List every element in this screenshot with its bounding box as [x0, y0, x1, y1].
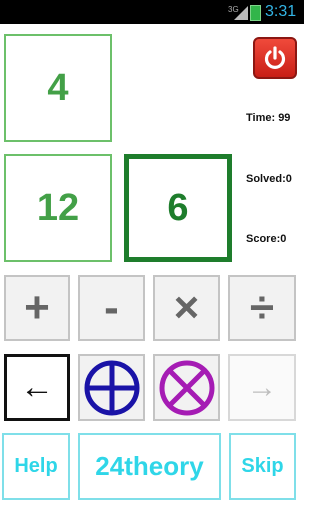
divide-icon: ÷	[249, 283, 275, 332]
minus-button[interactable]: -	[78, 275, 145, 341]
forward-arrow-icon: →	[247, 370, 277, 404]
multiply-button[interactable]: ×	[153, 275, 220, 341]
circle-plus-icon	[84, 360, 139, 415]
minus-icon: -	[104, 283, 119, 332]
score-label: Score:0	[246, 233, 287, 245]
number-card-middle-left[interactable]: 12	[4, 154, 112, 262]
card-value: 6	[167, 186, 189, 229]
solved-label: Solved:0	[246, 173, 292, 185]
title-button[interactable]: 24theory	[78, 433, 221, 500]
circle-plus-button[interactable]	[78, 354, 145, 421]
status-time: 3:31	[265, 3, 297, 20]
circle-times-icon	[159, 360, 214, 415]
network-type: 3G	[228, 5, 239, 14]
app-title: 24theory	[95, 451, 204, 481]
help-label: Help	[14, 455, 58, 477]
forward-button[interactable]: →	[228, 354, 296, 421]
plus-button[interactable]: +	[4, 275, 70, 341]
card-value: 12	[36, 186, 80, 229]
back-button[interactable]: ←	[4, 354, 70, 421]
multiply-icon: ×	[173, 283, 200, 332]
number-card-selected[interactable]: 6	[124, 154, 232, 262]
status-bar: 3G 3:31	[0, 0, 304, 24]
help-button[interactable]: Help	[2, 433, 70, 500]
divide-button[interactable]: ÷	[228, 275, 296, 341]
number-card-top-left[interactable]: 4	[4, 34, 112, 142]
skip-button[interactable]: Skip	[229, 433, 296, 500]
card-value: 4	[47, 66, 69, 109]
battery-icon	[250, 5, 261, 21]
time-label: Time: 99	[246, 112, 291, 124]
circle-times-button[interactable]	[153, 354, 220, 421]
back-arrow-icon: ←	[20, 368, 54, 406]
skip-label: Skip	[241, 455, 284, 477]
power-button[interactable]	[253, 37, 297, 79]
plus-icon: +	[24, 283, 50, 332]
power-icon	[264, 46, 286, 69]
